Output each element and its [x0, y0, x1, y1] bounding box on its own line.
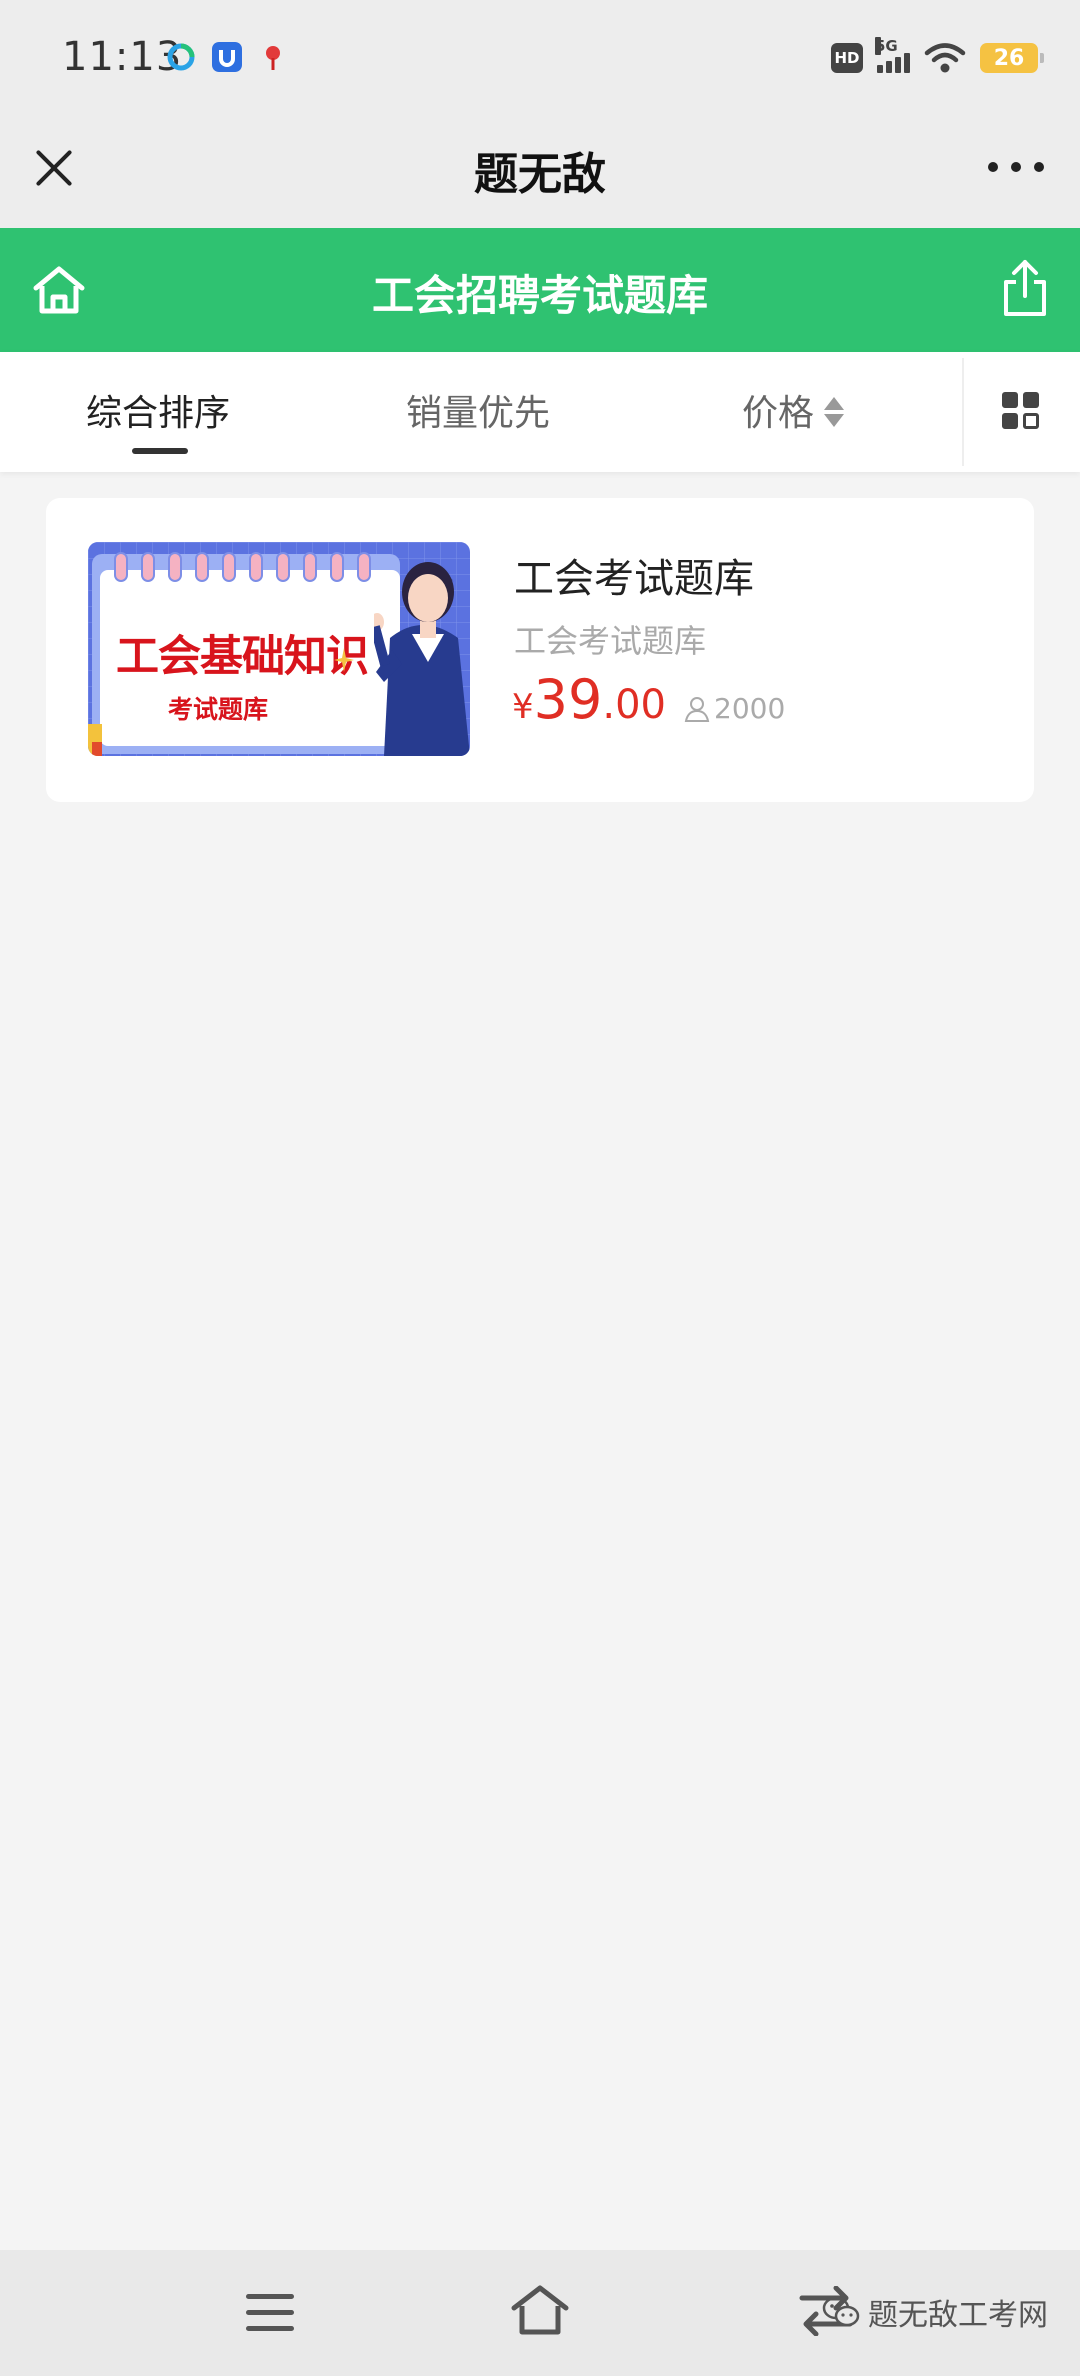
product-title: 工会考试题库: [514, 556, 754, 602]
tab-label: 综合排序: [86, 393, 231, 434]
tab-price[interactable]: 价格: [742, 384, 845, 436]
recent-apps-icon[interactable]: [246, 2292, 294, 2332]
cell-signal-icon: 5G: [875, 37, 910, 73]
tab-label: 价格: [742, 393, 815, 434]
page-title: 题无敌: [474, 149, 606, 200]
sales-count: 2000: [714, 692, 786, 725]
browser-app-icon: [167, 43, 195, 71]
hd-badge: HD: [831, 43, 863, 73]
product-price: ¥39.00: [512, 668, 666, 731]
map-pin-app-icon: [266, 46, 280, 70]
shopping-app-icon: [212, 42, 242, 72]
sort-arrows-icon: [824, 395, 845, 429]
sort-tabs: 综合排序 销量优先 价格: [0, 352, 1080, 472]
shop-header: 工会招聘考试题库: [0, 228, 1080, 352]
status-bar: 11:13 HD 5G 26: [0, 0, 1080, 118]
wechat-icon: [822, 2296, 860, 2327]
watermark-text: 题无敌工考网: [868, 2298, 1048, 2333]
price-currency: ¥: [512, 687, 534, 727]
share-icon[interactable]: [1000, 258, 1050, 318]
price-integer: 39: [533, 668, 603, 731]
product-subtitle: 工会考试题库: [514, 622, 707, 660]
grid-view-icon[interactable]: [1002, 392, 1040, 430]
tab-comprehensive-sort[interactable]: 综合排序: [86, 384, 230, 436]
status-time: 11:13: [62, 34, 183, 80]
user-icon: [684, 696, 710, 722]
tab-divider: [962, 358, 964, 466]
network-type: 5G: [875, 37, 898, 55]
wifi-icon: [924, 43, 966, 73]
more-options-icon[interactable]: [988, 154, 1044, 180]
wechat-watermark: 题无敌工考网: [822, 2290, 1048, 2334]
price-decimal: .00: [602, 682, 666, 728]
product-sales: 2000: [682, 692, 785, 725]
image-subtitle-text: 考试题库: [168, 695, 269, 724]
system-nav-bar: 题无敌工考网: [0, 2250, 1080, 2376]
battery-icon: 26: [980, 43, 1044, 73]
product-image: 工会基础知识 考试题库: [88, 542, 470, 756]
active-tab-indicator: [132, 448, 188, 454]
tab-sales-first[interactable]: 销量优先: [406, 384, 550, 436]
teacher-illustration: [374, 562, 470, 756]
sparkle-icon: [334, 648, 354, 672]
tab-label: 销量优先: [406, 393, 551, 434]
mini-program-title-bar: 题无敌: [0, 118, 1080, 228]
nav-home-icon[interactable]: [508, 2282, 572, 2338]
shop-title: 工会招聘考试题库: [371, 271, 708, 320]
product-card[interactable]: 工会基础知识 考试题库 工会考试题库 工会考试题库 ¥39.00 2000: [46, 498, 1034, 802]
notebook-rings: [114, 552, 371, 582]
status-indicators: HD 5G 26: [831, 37, 1044, 78]
